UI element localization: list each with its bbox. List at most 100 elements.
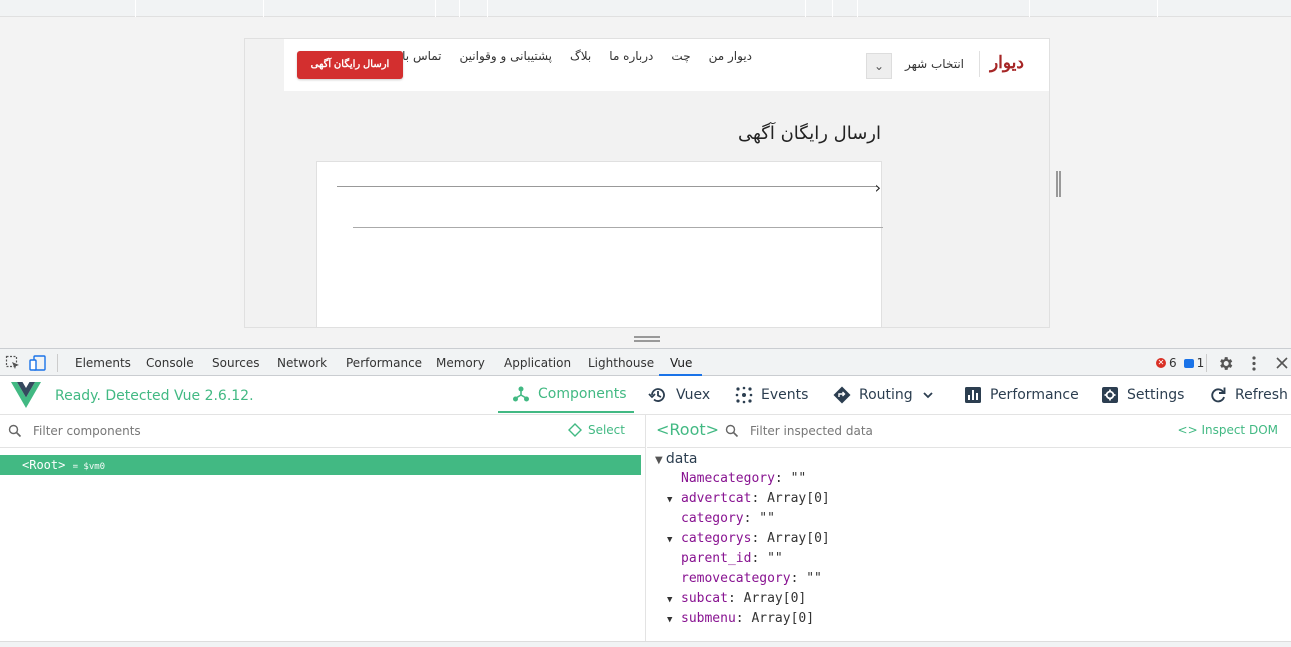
component-tree-root[interactable]: <Root> = $vm0 <box>0 455 641 475</box>
vue-nav-vuex-label: Vuex <box>676 387 711 403</box>
viewport-ruler <box>0 0 1291 17</box>
vue-nav-routing-label: Routing <box>859 387 913 403</box>
inspect-element-icon[interactable] <box>5 355 21 371</box>
data-colon: : <box>727 591 744 606</box>
city-select-label[interactable]: انتخاب شهر <box>905 57 964 71</box>
vue-nav-events[interactable]: Events <box>735 376 808 414</box>
data-colon: : <box>751 551 768 566</box>
gear-icon[interactable] <box>1217 355 1234 372</box>
vue-nav-refresh[interactable]: Refresh <box>1209 376 1288 414</box>
data-value: Array[0] <box>743 591 807 606</box>
components-icon <box>513 386 529 401</box>
ruler-tick <box>832 0 833 17</box>
data-value: Array[0] <box>767 531 830 546</box>
select-label: Select <box>587 423 625 437</box>
data-row[interactable]: ▼ advertcat: Array[0] <box>667 491 830 506</box>
tab-network[interactable]: Network <box>277 356 327 370</box>
vue-nav-refresh-label: Refresh <box>1235 387 1288 403</box>
tab-elements[interactable]: Elements <box>75 356 131 370</box>
select-component-button[interactable]: Select <box>567 423 625 437</box>
data-section-label: data <box>665 451 698 467</box>
data-row: parent_id: "" <box>667 551 783 566</box>
vue-status-text: Ready. Detected Vue 2.6.12. <box>55 388 254 404</box>
data-colon: : <box>774 471 791 486</box>
caret-down-icon: ▼ <box>667 495 673 505</box>
events-icon <box>735 386 753 404</box>
vue-nav-routing[interactable]: Routing <box>833 376 935 414</box>
data-row: Namecategory: "" <box>667 471 806 486</box>
resize-handle-bottom[interactable] <box>634 336 660 342</box>
tab-lighthouse[interactable]: Lighthouse <box>588 356 654 370</box>
nav-support[interactable]: پشتیبانی و وقوانین <box>460 49 553 63</box>
ruler-tick <box>435 0 436 17</box>
ruler-tick <box>487 0 488 17</box>
inspected-component-name: <Root> <box>656 420 720 439</box>
caret-down-icon: ▼ <box>667 615 673 625</box>
data-value: "" <box>767 551 783 566</box>
data-key: advertcat <box>681 491 752 506</box>
inspector-filter-bar: <Root> Filter inspected data <> Inspect … <box>647 415 1291 448</box>
chevron-right-icon[interactable]: › <box>875 178 881 197</box>
resize-handle-right[interactable] <box>1056 171 1061 197</box>
tab-console[interactable]: Console <box>146 356 194 370</box>
nav-about[interactable]: درباره ما <box>609 49 653 63</box>
data-row[interactable]: ▼ subcat: Array[0] <box>667 591 806 606</box>
vue-logo-icon <box>11 382 41 408</box>
data-key: removecategory <box>681 571 791 586</box>
filter-inspected-data-input[interactable]: Filter inspected data <box>750 424 873 438</box>
toolbar-separator <box>1206 354 1207 372</box>
vue-nav-vuex[interactable]: Vuex <box>648 376 710 414</box>
close-icon[interactable] <box>1275 355 1289 371</box>
header-divider <box>979 51 980 77</box>
caret-down-icon: ▼ <box>655 455 666 466</box>
data-key: categorys <box>681 531 752 546</box>
vue-nav-components[interactable]: Components <box>498 376 634 413</box>
nav-chat[interactable]: چت <box>671 49 690 63</box>
ruler-tick <box>135 0 136 17</box>
nav-blog[interactable]: بلاگ <box>570 49 591 63</box>
ruler-tick <box>805 0 806 17</box>
vue-nav-performance[interactable]: Performance <box>964 376 1079 414</box>
vue-nav-settings[interactable]: Settings <box>1101 376 1184 414</box>
tab-memory[interactable]: Memory <box>436 356 485 370</box>
root-vm-ref: = $vm0 <box>72 462 106 472</box>
tab-application[interactable]: Application <box>504 356 571 370</box>
issues-badge[interactable]: ✕ 6 1 <box>1156 356 1204 370</box>
data-row: category: "" <box>667 511 775 526</box>
settings-icon <box>1102 387 1118 403</box>
data-value: "" <box>790 471 807 486</box>
post-ad-button[interactable]: ارسال رایگان آگهی <box>297 51 403 79</box>
filter-components-input[interactable]: Filter components <box>33 424 141 438</box>
device-viewport-area: دیوار انتخاب شهر ⌄ دیوار من چت درباره ما… <box>0 17 1291 360</box>
category-select-line[interactable] <box>337 186 877 187</box>
data-colon: : <box>790 571 807 586</box>
more-options-icon[interactable] <box>1248 355 1260 372</box>
ruler-tick <box>263 0 264 17</box>
nav-my-divar[interactable]: دیوار من <box>709 49 752 63</box>
city-select-button[interactable]: ⌄ <box>866 53 892 79</box>
tab-sources[interactable]: Sources <box>212 356 259 370</box>
tab-vue[interactable]: Vue <box>670 356 692 370</box>
search-icon <box>725 424 739 438</box>
chevron-down-icon: ⌄ <box>873 59 885 73</box>
site-header: دیوار انتخاب شهر ⌄ دیوار من چت درباره ما… <box>284 39 1049 91</box>
error-count: 6 <box>1169 356 1177 370</box>
devtools-tab-bar: Elements Console Sources Network Perform… <box>0 348 1291 376</box>
site-logo[interactable]: دیوار <box>990 53 1024 73</box>
vue-devtools-toolbar: Ready. Detected Vue 2.6.12. Components V… <box>0 376 1291 415</box>
data-section-toggle[interactable]: ▼ data <box>655 451 697 467</box>
caret-down-icon: ▼ <box>667 595 673 605</box>
vue-nav-components-label: Components <box>538 385 627 402</box>
component-tree-pane: Filter components Select <Root> = $vm0 <box>0 415 646 641</box>
data-row[interactable]: ▼ categorys: Array[0] <box>667 531 830 546</box>
message-count: 1 <box>1196 356 1205 370</box>
data-value: "" <box>759 511 775 526</box>
subcategory-line[interactable] <box>353 227 883 228</box>
inspect-dom-button[interactable]: <> Inspect DOM <box>1178 423 1278 437</box>
tab-performance[interactable]: Performance <box>346 356 422 370</box>
caret-down-icon: ▼ <box>667 535 673 545</box>
vue-nav-performance-label: Performance <box>990 387 1079 403</box>
device-toolbar-icon[interactable] <box>29 355 47 371</box>
data-row[interactable]: ▼ submenu: Array[0] <box>667 611 814 626</box>
vue-nav-settings-label: Settings <box>1127 387 1185 403</box>
